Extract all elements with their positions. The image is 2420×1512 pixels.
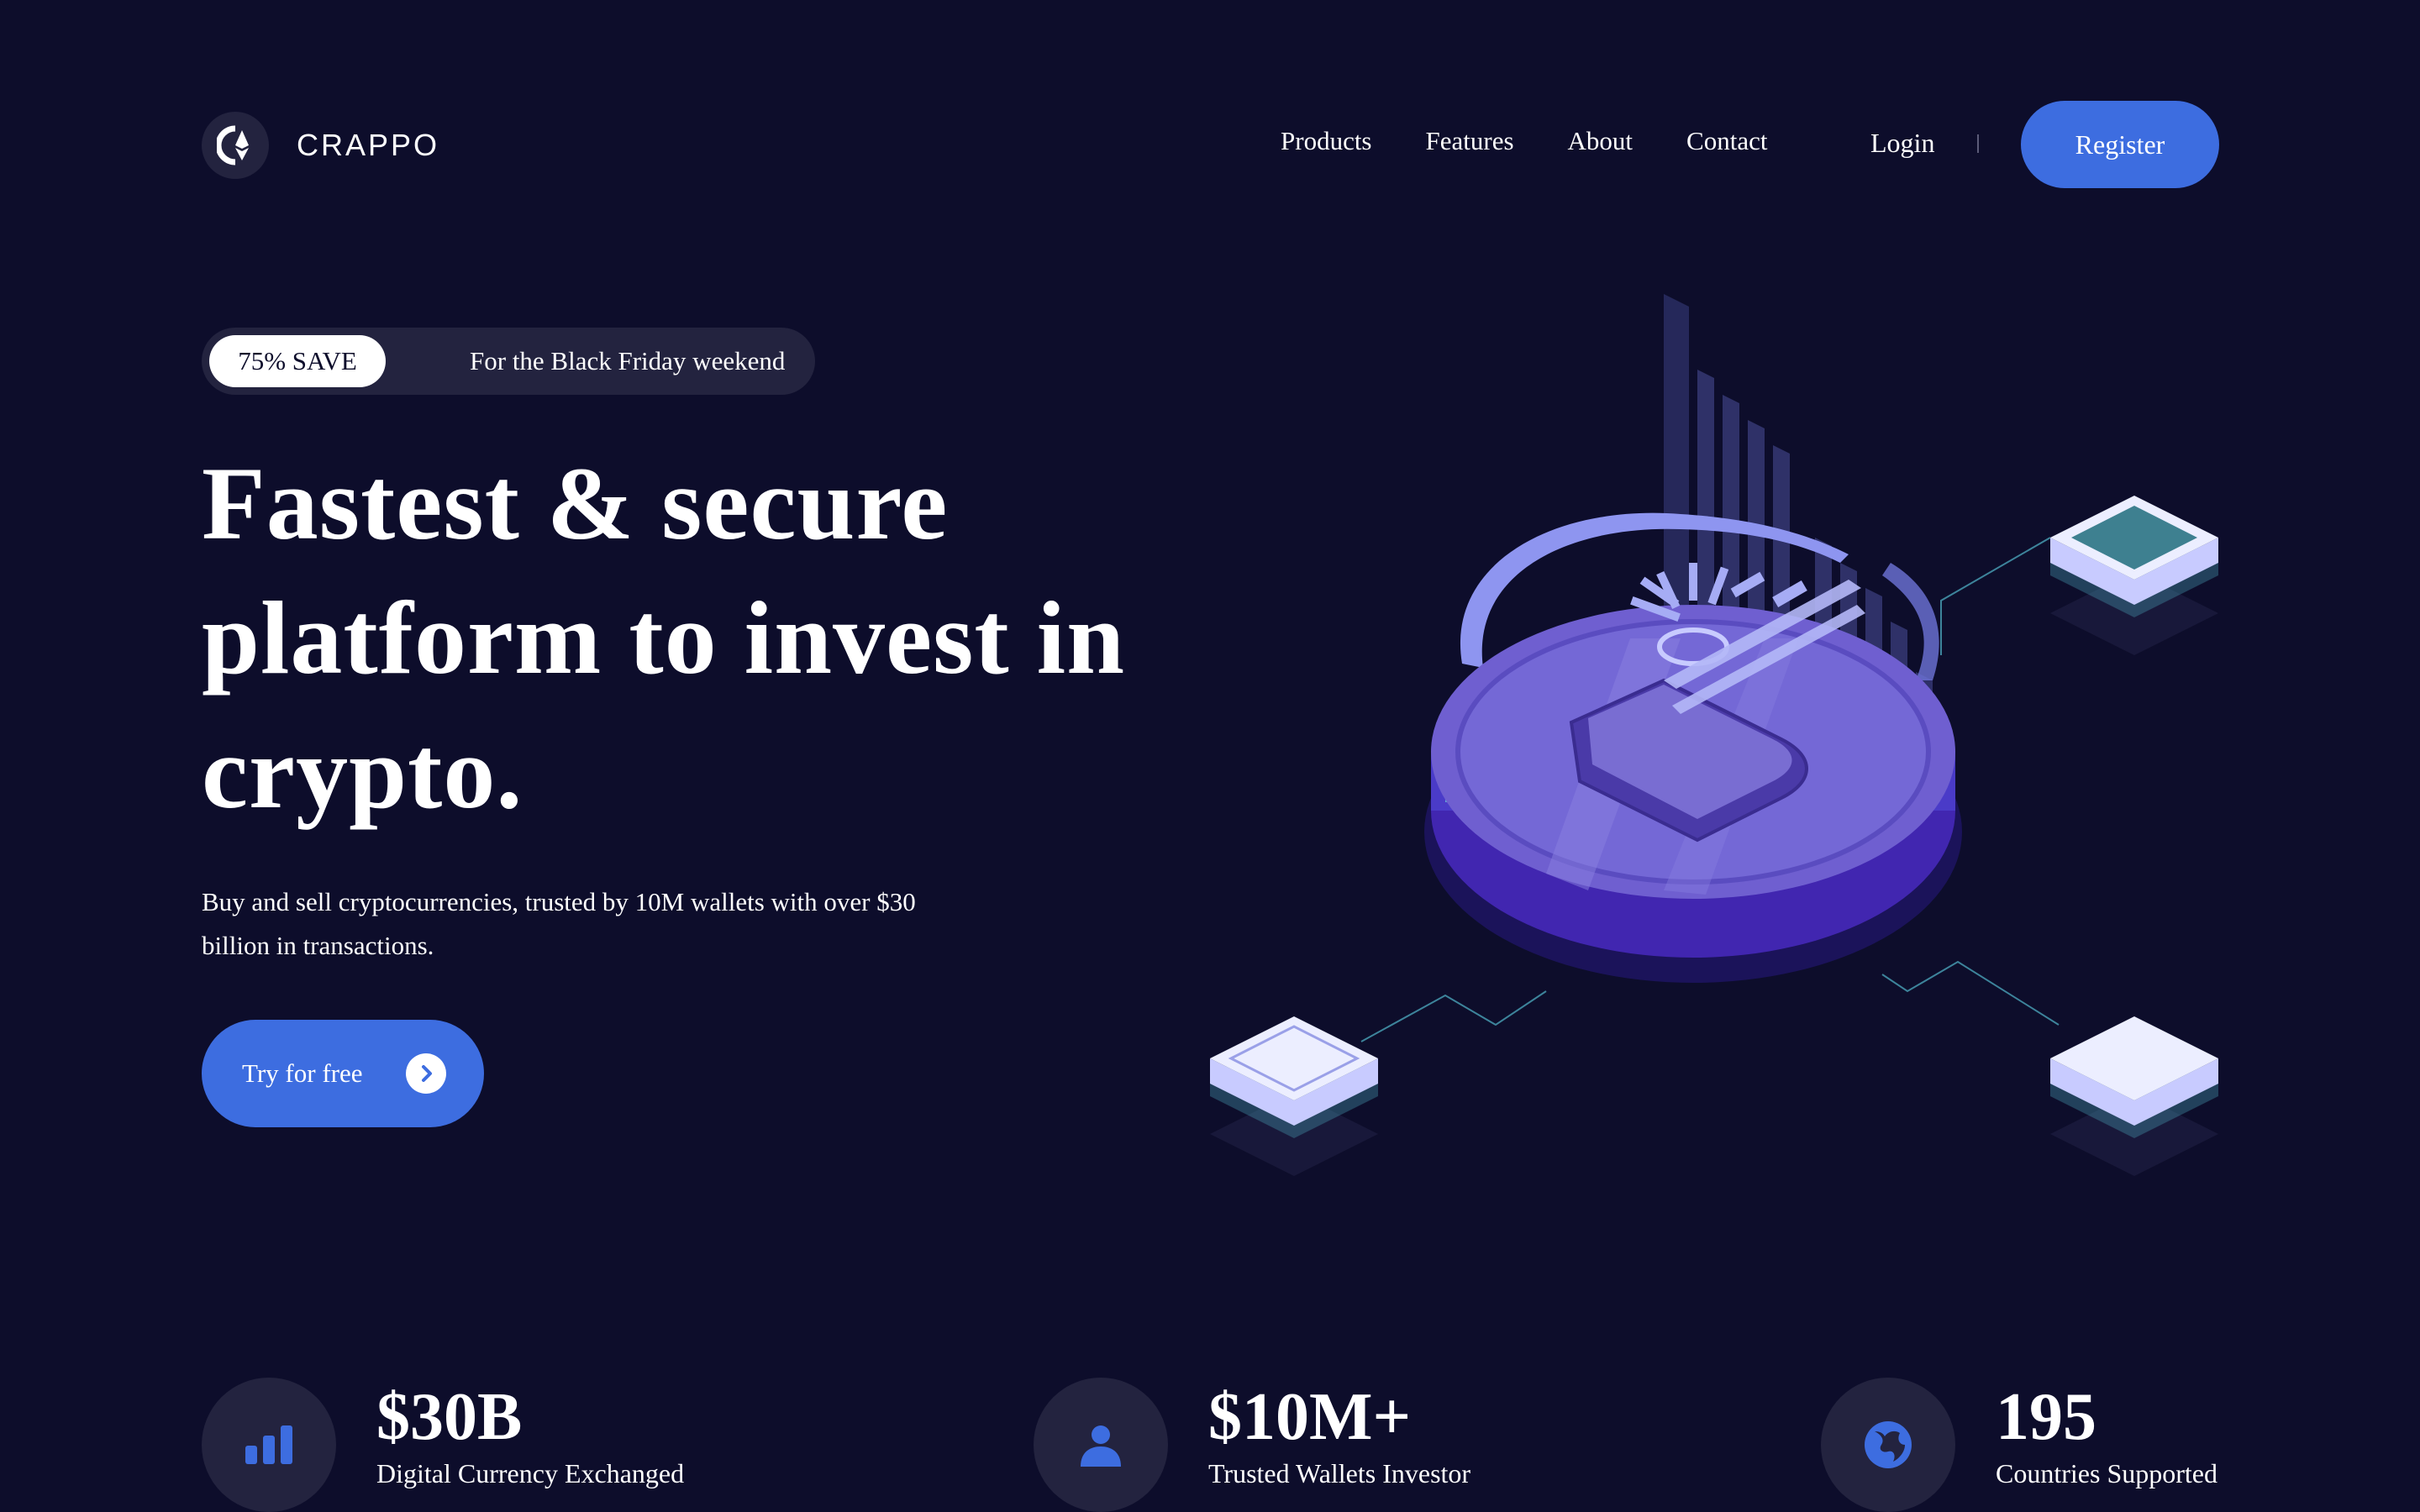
stat-value: $10M+ [1208, 1380, 1412, 1454]
headline-line: crypto. [202, 715, 523, 830]
main-nav: Products Features About Contact [1281, 126, 1821, 156]
promo-text: For the Black Friday weekend [470, 346, 786, 375]
headline-line: platform to invest in [202, 580, 1126, 696]
node-block-right [2050, 1016, 2218, 1176]
stat-label: Trusted Wallets Investor [1208, 1458, 1471, 1488]
headline-line: Fastest & secure [202, 446, 949, 561]
bar-chart-icon [202, 1378, 336, 1512]
stat-countries: 195 Countries Supported [1821, 1378, 2217, 1512]
hero-subtext: Buy and sell cryptocurrencies, trusted b… [202, 887, 916, 960]
stat-exchanged: $30B Digital Currency Exchanged [202, 1378, 684, 1512]
promo-banner: 75% SAVE For the Black Friday weekend [202, 328, 815, 395]
cta-label: Try for free [242, 1058, 363, 1088]
chevron-right-circle-icon [406, 1053, 447, 1094]
ethereum-coin-icon [202, 112, 269, 179]
promo-badge: 75% SAVE [209, 335, 386, 387]
node-block-top-right [2050, 496, 2218, 655]
nav-features[interactable]: Features [1426, 126, 1514, 156]
nav-divider [1977, 134, 1979, 153]
brand-logo[interactable]: CRAPPO [202, 112, 439, 179]
user-icon [1034, 1378, 1168, 1512]
stat-label: Digital Currency Exchanged [376, 1458, 685, 1488]
stat-label: Countries Supported [1996, 1458, 2217, 1488]
login-link[interactable]: Login [1870, 128, 1934, 159]
nav-products[interactable]: Products [1281, 126, 1372, 156]
register-button[interactable]: Register [2021, 101, 2219, 188]
brand-name: CRAPPO [297, 128, 440, 162]
crypto-coin-illustration [1210, 294, 2218, 1176]
stat-value: 195 [1996, 1380, 2096, 1454]
nav-contact[interactable]: Contact [1686, 126, 1767, 156]
stat-value: $30B [376, 1380, 523, 1454]
globe-icon [1821, 1378, 1955, 1512]
try-free-button[interactable]: Try for free [202, 1020, 484, 1127]
nav-about[interactable]: About [1568, 126, 1634, 156]
node-block-left [1210, 1016, 1378, 1176]
stat-investors: $10M+ Trusted Wallets Investor [1034, 1378, 1470, 1512]
hero-headline: Fastest & secure platform to invest in c… [202, 437, 1210, 840]
